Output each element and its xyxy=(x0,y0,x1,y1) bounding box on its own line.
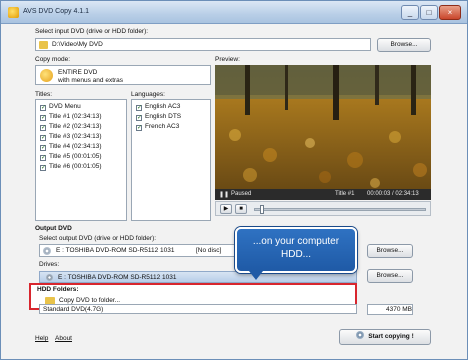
input-label: Select input DVD (drive or HDD folder): xyxy=(35,28,149,35)
format-select[interactable]: Standard DVD(4.7G) xyxy=(39,304,357,314)
checkbox-icon[interactable]: ✓ xyxy=(136,105,142,111)
checkbox-icon[interactable]: ✓ xyxy=(40,165,46,171)
about-link[interactable]: About xyxy=(55,335,72,342)
pause-icon: ❚❚ xyxy=(219,192,230,198)
output-drive-text: E : TOSHIBA DVD-ROM SD-R5112 1031 xyxy=(56,247,175,254)
checkbox-icon[interactable]: ✓ xyxy=(40,135,46,141)
checkbox-icon[interactable]: ✓ xyxy=(40,115,46,121)
stop-button[interactable]: ■ xyxy=(235,204,247,214)
copy-mode-line2: with menus and extras xyxy=(58,77,124,84)
callout-line1: ...on your computer xyxy=(252,236,340,247)
app-window: AVS DVD Copy 4.1.1 _ □ × Select input DV… xyxy=(0,0,468,360)
title-item[interactable]: ✓ Title #3 (02:34:13) xyxy=(40,133,102,141)
input-path-field[interactable]: D:\Video\My DVD xyxy=(35,38,371,51)
seek-track[interactable] xyxy=(254,205,426,214)
player-status: Paused xyxy=(231,191,252,197)
title-item[interactable]: ✓ Title #2 (02:34:13) xyxy=(40,123,102,131)
languages-list: ✓ English AC3 ✓ English DTS ✓ French AC3 xyxy=(131,99,211,221)
title-bar: AVS DVD Copy 4.1.1 _ □ × xyxy=(1,1,467,24)
output-section-title: Output DVD xyxy=(35,225,72,232)
size-text: 4370 MB xyxy=(386,306,413,313)
output-select-label: Select output DVD (drive or HDD folder): xyxy=(39,235,157,242)
checkbox-icon[interactable]: ✓ xyxy=(136,125,142,131)
disc-icon xyxy=(46,274,53,281)
player-status-bar: ❚❚ Paused Title #1 00:00:03 / 02:34:13 xyxy=(215,189,431,200)
copy-mode-label: Copy mode: xyxy=(35,56,71,63)
player-controls: ▶ ■ xyxy=(215,201,431,216)
titles-label: Titles: xyxy=(35,91,53,98)
checkbox-icon[interactable]: ✓ xyxy=(40,145,46,151)
preview-label: Preview: xyxy=(215,56,240,63)
app-icon xyxy=(8,7,19,18)
language-item[interactable]: ✓ English DTS xyxy=(136,113,181,121)
close-button[interactable]: × xyxy=(439,5,461,20)
hdd-folders-label: HDD Folders: xyxy=(37,286,79,293)
copy-mode-select[interactable]: ENTIRE DVD with menus and extras xyxy=(35,65,211,85)
minimize-button[interactable]: _ xyxy=(401,5,419,20)
disc-icon xyxy=(356,331,365,339)
play-button[interactable]: ▶ xyxy=(220,204,232,214)
video-frame xyxy=(215,65,431,189)
title-item[interactable]: ✓ DVD Menu xyxy=(40,103,81,111)
drive-item-text: E : TOSHIBA DVD-ROM SD-R5112 1031 xyxy=(58,274,177,281)
drives-label: Drives: xyxy=(39,261,60,268)
title-item[interactable]: ✓ Title #4 (02:34:13) xyxy=(40,143,102,151)
checkbox-icon[interactable]: ✓ xyxy=(40,155,46,161)
input-path-text: D:\Video\My DVD xyxy=(52,41,103,48)
output-browse-button-2[interactable]: Browse... xyxy=(367,269,413,283)
disc-icon xyxy=(43,247,51,255)
title-item[interactable]: ✓ Title #6 (00:01:05) xyxy=(40,163,102,171)
titles-list: ✓ DVD Menu ✓ Title #1 (02:34:13) ✓ Title #2… xyxy=(35,99,127,221)
input-browse-button[interactable]: Browse... xyxy=(377,38,431,52)
maximize-button[interactable]: □ xyxy=(420,5,438,20)
checkbox-icon[interactable]: ✓ xyxy=(40,125,46,131)
tutorial-callout: ...on your computer HDD... xyxy=(235,227,357,273)
language-item[interactable]: ✓ English AC3 xyxy=(136,103,180,111)
start-copying-label: Start copying ! xyxy=(368,333,414,340)
preview-video xyxy=(215,65,431,189)
dvd-disc-icon xyxy=(40,69,53,82)
start-copying-button[interactable]: Start copying ! xyxy=(339,329,431,345)
title-item[interactable]: ✓ Title #5 (00:01:05) xyxy=(40,153,102,161)
copy-mode-line1: ENTIRE DVD xyxy=(58,69,98,76)
seek-thumb[interactable] xyxy=(260,205,264,214)
window-title: AVS DVD Copy 4.1.1 xyxy=(23,8,90,15)
player-title: Title #1 xyxy=(335,191,355,197)
copy-to-folder-item[interactable]: Copy DVD to folder... xyxy=(59,297,120,304)
callout-line2: HDD... xyxy=(281,249,311,260)
checkbox-icon[interactable]: ✓ xyxy=(40,105,46,111)
output-browse-button[interactable]: Browse... xyxy=(367,244,413,258)
languages-label: Languages: xyxy=(131,91,165,98)
folder-icon xyxy=(39,41,48,49)
size-field: 4370 MB xyxy=(367,304,413,315)
language-item[interactable]: ✓ French AC3 xyxy=(136,123,179,131)
player-time: 00:00:03 / 02:34:13 xyxy=(367,191,419,197)
title-item[interactable]: ✓ Title #1 (02:34:13) xyxy=(40,113,102,121)
checkbox-icon[interactable]: ✓ xyxy=(136,115,142,121)
help-link[interactable]: Help xyxy=(35,335,48,342)
callout-tail xyxy=(249,271,263,280)
format-text: Standard DVD(4.7G) xyxy=(43,306,104,313)
output-disc-state: [No disc] xyxy=(196,247,222,254)
